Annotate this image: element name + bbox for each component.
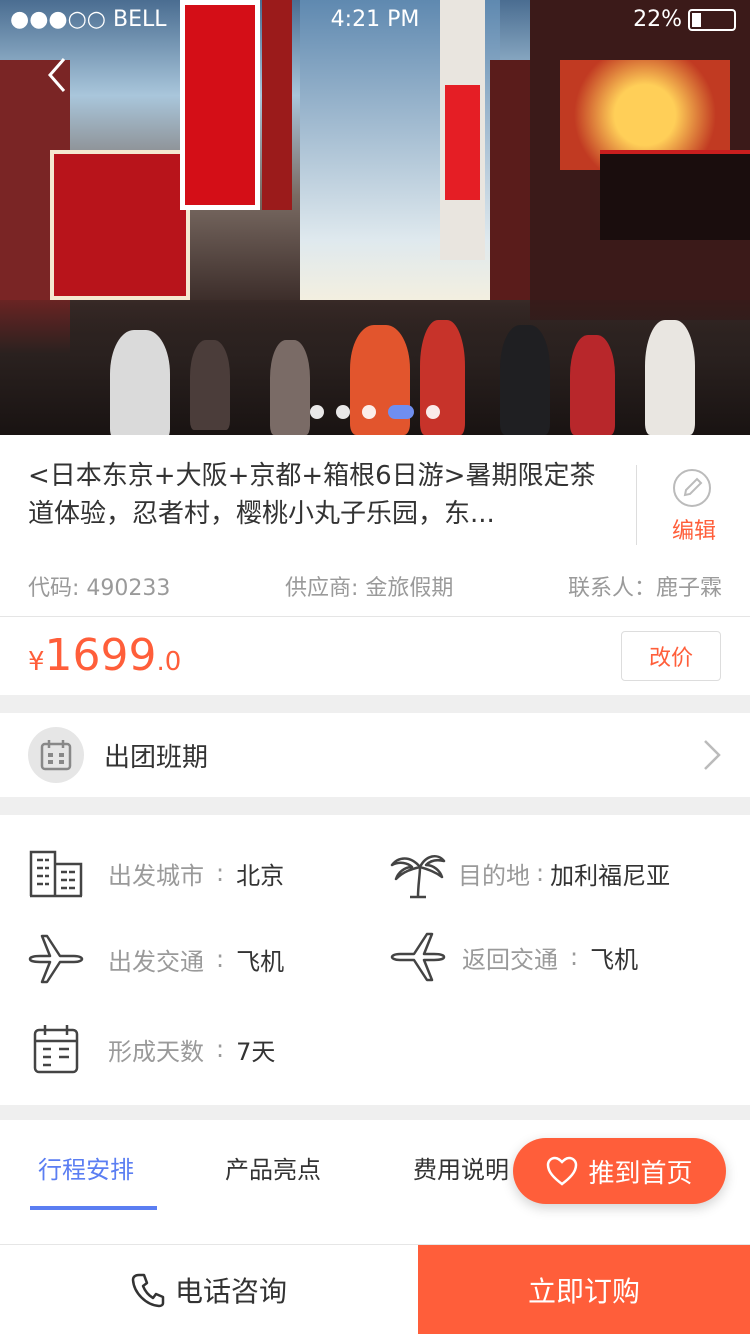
- airplane-icon: [28, 931, 84, 987]
- hero-sign: [50, 150, 190, 300]
- price-currency: ¥: [28, 647, 45, 677]
- info-separator: :: [570, 943, 579, 971]
- edit-icon: [673, 469, 711, 507]
- hero-sign: [600, 150, 750, 240]
- edit-label: 编辑: [671, 519, 716, 544]
- calendar-days-icon: [28, 1021, 84, 1077]
- hero-image[interactable]: ●●●○○ BELL 4:21 PM 22%: [0, 0, 750, 435]
- battery-indicator: 22%: [633, 7, 736, 32]
- chevron-left-icon: [48, 58, 66, 92]
- info-separator: :: [536, 859, 545, 887]
- info-separator: :: [216, 945, 225, 973]
- info-label: 出发交通: [108, 947, 204, 976]
- info-destination: 目的地 : 加利福尼亚: [390, 845, 670, 901]
- back-button[interactable]: [38, 55, 78, 95]
- product-contact: 联系人：鹿子霖: [567, 576, 722, 601]
- change-price-button[interactable]: 改价: [621, 631, 721, 681]
- promote-label: 推到首页: [588, 1158, 693, 1189]
- info-label: 目的地: [458, 861, 530, 890]
- info-label: 返回交通: [462, 945, 558, 974]
- hero-sign: [445, 85, 480, 200]
- info-departure-city: 出发城市 : 北京: [28, 845, 284, 901]
- heart-icon: [547, 1156, 578, 1186]
- chevron-right-icon: [704, 740, 721, 770]
- tab-itinerary[interactable]: 行程安排: [38, 1150, 134, 1185]
- product-supplier: 供应商: 金旅假期: [284, 576, 454, 601]
- info-days: 形成天数 : 7天: [28, 1021, 275, 1077]
- product-price: ¥1699.0: [28, 630, 181, 681]
- info-value: 7天: [236, 1037, 276, 1066]
- info-departure-transport: 出发交通 : 飞机: [28, 931, 284, 987]
- price-decimal: .0: [156, 647, 182, 677]
- trip-info: 出发城市 : 北京 目的地 : 加利福尼亚 出发交通 : 飞机 返回交通: 飞…: [0, 815, 750, 1105]
- carousel-dot[interactable]: [336, 405, 350, 419]
- airplane-return-icon: [390, 929, 446, 985]
- palm-tree-icon: [390, 845, 446, 901]
- carousel-dot[interactable]: [426, 405, 440, 419]
- carousel-dot[interactable]: [310, 405, 324, 419]
- phone-consult-button[interactable]: 电话咨询: [0, 1245, 418, 1334]
- divider: [0, 616, 750, 617]
- building-icon: [28, 845, 84, 901]
- tab-highlights[interactable]: 产品亮点: [225, 1150, 321, 1185]
- departure-schedule-row[interactable]: 出团班期: [0, 713, 750, 797]
- info-return-transport: 返回交通 : 飞机: [390, 929, 638, 985]
- calendar-icon: [28, 727, 84, 783]
- battery-percent: 22%: [633, 7, 682, 32]
- phone-icon: [131, 1273, 165, 1308]
- info-separator: :: [216, 859, 225, 887]
- price-integer: 1699: [44, 630, 157, 681]
- info-value: 飞机: [590, 945, 639, 974]
- info-value: 加利福尼亚: [550, 861, 671, 890]
- schedule-label: 出团班期: [104, 743, 209, 773]
- battery-icon: [688, 8, 736, 31]
- info-separator: :: [216, 1035, 225, 1063]
- carousel-dot-active[interactable]: [388, 405, 414, 419]
- bottom-action-bar: 电话咨询 立即订购: [0, 1244, 750, 1334]
- promote-to-home-button[interactable]: 推到首页: [513, 1138, 726, 1204]
- tab-active-indicator: [30, 1206, 157, 1210]
- product-title: <日本东京+大阪+京都+箱根6日游>暑期限定茶道体验，忍者村，樱桃小丸子乐园，东…: [28, 461, 596, 529]
- phone-consult-label: 电话咨询: [174, 1275, 287, 1308]
- carousel-dots: [0, 405, 750, 419]
- info-value: 飞机: [236, 947, 285, 976]
- buy-now-button[interactable]: 立即订购: [418, 1245, 750, 1334]
- carousel-dot[interactable]: [362, 405, 376, 419]
- status-bar: ●●●○○ BELL 4:21 PM 22%: [0, 0, 750, 40]
- product-code: 代码: 490233: [28, 576, 171, 601]
- info-label: 出发城市: [108, 861, 204, 890]
- product-meta: 代码: 490233 供应商: 金旅假期 联系人：鹿子霖: [28, 570, 722, 602]
- info-label: 形成天数: [108, 1037, 204, 1066]
- tab-fees[interactable]: 费用说明: [413, 1150, 509, 1185]
- product-summary: <日本东京+大阪+京都+箱根6日游>暑期限定茶道体验，忍者村，樱桃小丸子乐园，东…: [0, 435, 750, 695]
- edit-button[interactable]: 编辑: [636, 465, 750, 545]
- info-value: 北京: [236, 861, 285, 890]
